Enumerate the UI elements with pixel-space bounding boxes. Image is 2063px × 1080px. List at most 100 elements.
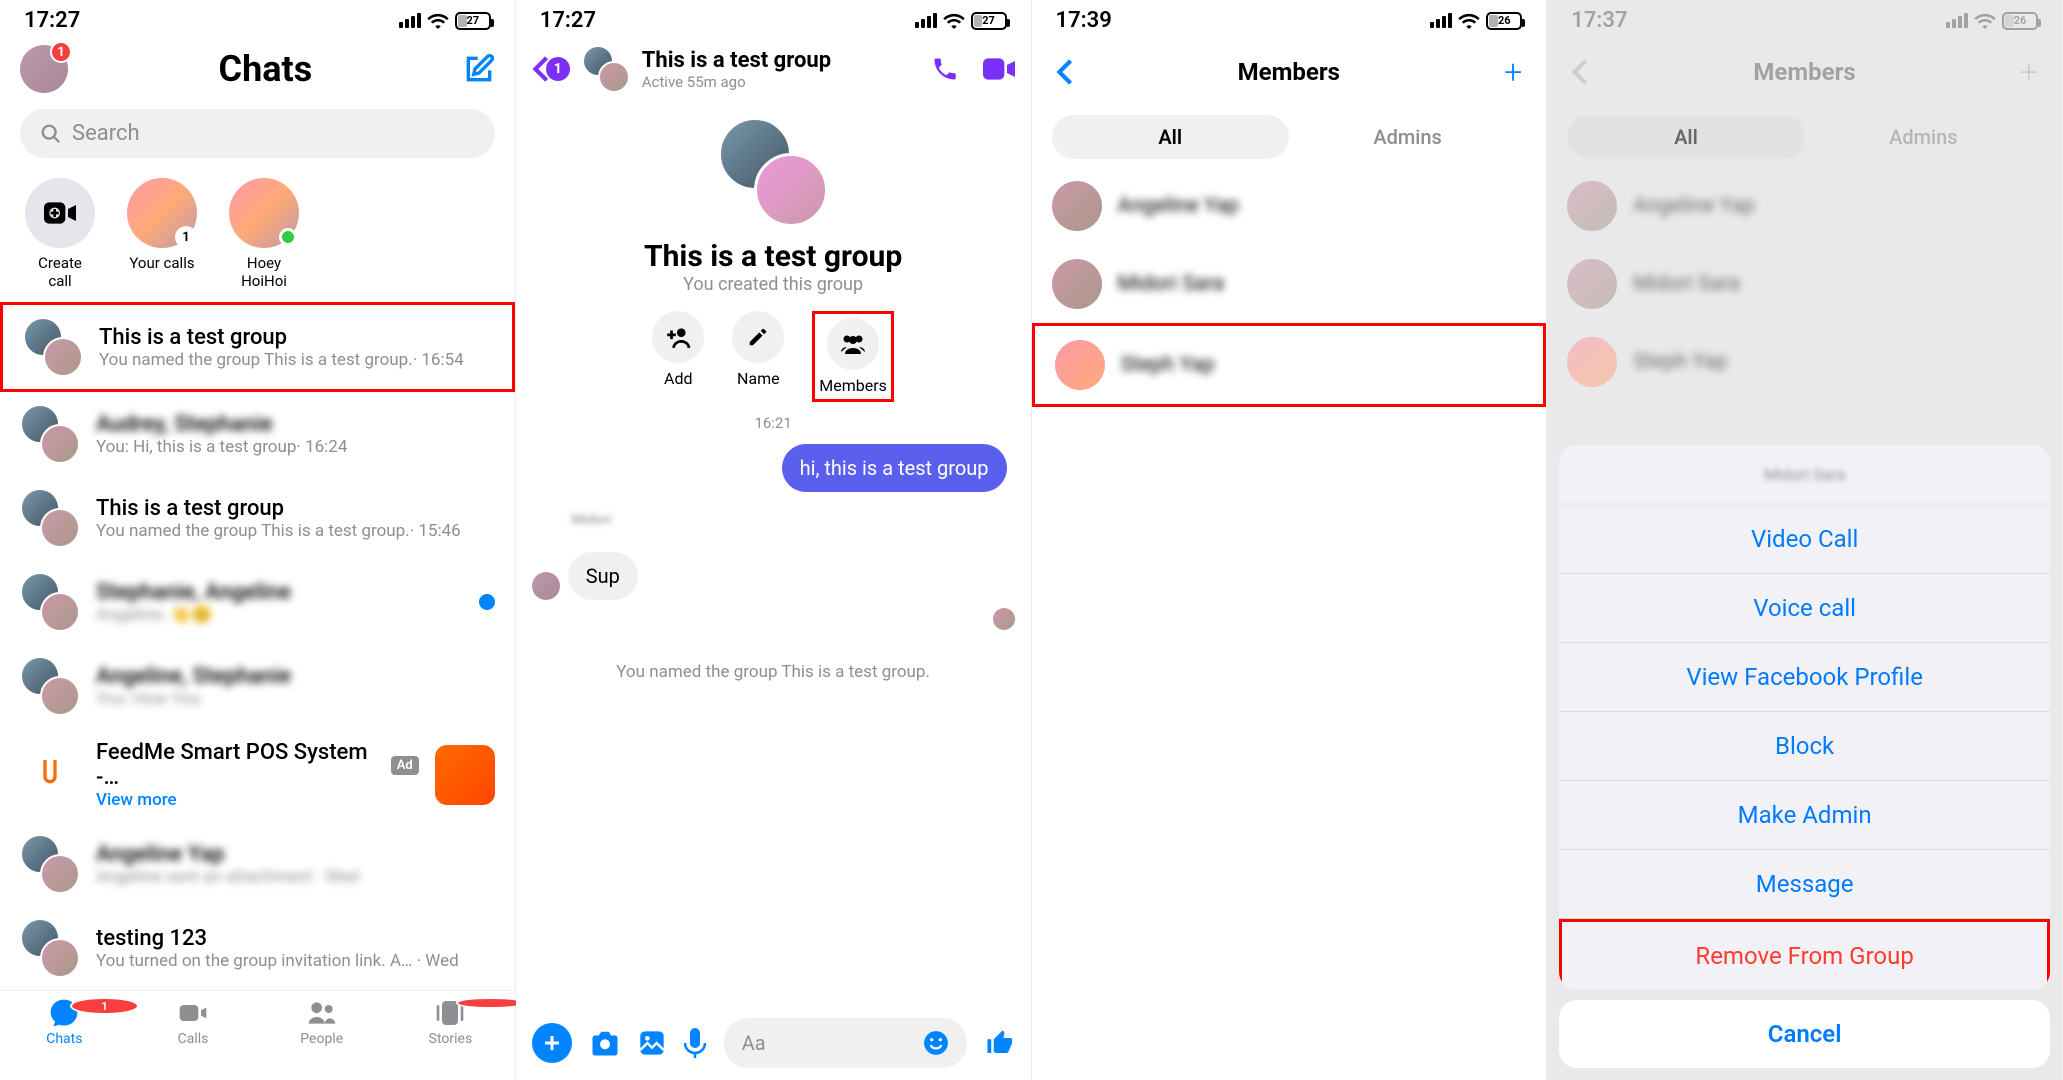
your-calls-avatar: 1 bbox=[127, 178, 197, 248]
view-more-link[interactable]: View more bbox=[96, 790, 419, 810]
online-indicator bbox=[279, 228, 297, 246]
member-name: Angeline Yap bbox=[1633, 194, 2042, 218]
add-member-button: + bbox=[2020, 53, 2038, 91]
chats-header: 1 Chats bbox=[0, 37, 515, 101]
group-avatar bbox=[20, 834, 80, 894]
sheet-make-admin[interactable]: Make Admin bbox=[1559, 781, 2050, 850]
sheet-voice-call[interactable]: Voice call bbox=[1559, 574, 2050, 643]
emoji-icon[interactable] bbox=[923, 1030, 949, 1056]
chat-item-5[interactable]: Angeline, Stephanie You: How You bbox=[0, 644, 515, 728]
tab-label: Stories bbox=[429, 1031, 473, 1047]
member-item-3: Steph Yap bbox=[1547, 323, 2062, 401]
hoey-avatar bbox=[229, 178, 299, 248]
header-group-avatar[interactable] bbox=[582, 45, 630, 93]
chat-item-8[interactable]: testing 123 You turned on the group invi… bbox=[0, 906, 515, 990]
search-bar[interactable]: Search bbox=[20, 109, 495, 158]
tab-label: Calls bbox=[178, 1031, 209, 1047]
plus-button[interactable] bbox=[532, 1023, 572, 1063]
video-icon[interactable] bbox=[983, 55, 1015, 83]
sheet-cancel[interactable]: Cancel bbox=[1559, 1000, 2050, 1068]
tab-all: All bbox=[1567, 115, 1804, 159]
sheet-remove-from-group[interactable]: Remove From Group bbox=[1559, 919, 2050, 990]
sheet-view-profile[interactable]: View Facebook Profile bbox=[1559, 643, 2050, 712]
back-button[interactable]: 1 bbox=[532, 55, 570, 83]
action-add[interactable]: Add bbox=[652, 311, 704, 402]
phone-icon[interactable] bbox=[931, 55, 959, 83]
signal-icon bbox=[399, 13, 421, 28]
tab-calls[interactable]: Calls bbox=[129, 997, 258, 1047]
message-input[interactable]: Aa bbox=[724, 1018, 967, 1068]
tab-all[interactable]: All bbox=[1052, 115, 1289, 159]
sheet-header: Midori Sara bbox=[1559, 445, 2050, 505]
tab-chats[interactable]: Chats 1 bbox=[0, 997, 129, 1047]
chat-subtitle: You named the group This is a test group… bbox=[96, 521, 495, 541]
sender-name: Midori bbox=[572, 512, 612, 528]
chat-subtitle: Angeline: 👋😊 bbox=[96, 605, 463, 625]
chat-item-3[interactable]: This is a test group You named the group… bbox=[0, 476, 515, 560]
chat-item-4[interactable]: Stephanie, Angeline Angeline: 👋😊 bbox=[0, 560, 515, 644]
wifi-icon bbox=[943, 13, 965, 29]
sheet-video-call[interactable]: Video Call bbox=[1559, 505, 2050, 574]
chat-subtitle: You named the group This is a test group… bbox=[99, 350, 492, 370]
group-avatar bbox=[20, 572, 80, 632]
chat-text: Stephanie, Angeline Angeline: 👋😊 bbox=[96, 580, 463, 625]
status-time: 17:27 bbox=[540, 8, 596, 33]
tab-label: Chats bbox=[46, 1031, 82, 1047]
status-bar: 17:27 27 bbox=[516, 0, 1031, 37]
story-your-calls[interactable]: 1 Your calls bbox=[122, 178, 202, 290]
story-hoey[interactable]: Hoey HoiHoi bbox=[224, 178, 304, 290]
profile-avatar[interactable]: 1 bbox=[20, 45, 68, 93]
back-button[interactable] bbox=[1056, 58, 1074, 86]
action-name[interactable]: Name bbox=[732, 311, 784, 402]
ad-title: FeedMe Smart POS System -… bbox=[96, 740, 383, 790]
sent-message[interactable]: hi, this is a test group bbox=[782, 444, 1007, 492]
read-receipt-avatar bbox=[993, 608, 1015, 630]
chat-item-7[interactable]: Angeline Yap Angeline sent an attachment… bbox=[0, 822, 515, 906]
chat-text: Angeline, Stephanie You: How You bbox=[96, 664, 495, 709]
add-member-button[interactable]: + bbox=[1504, 53, 1522, 91]
header-title-block[interactable]: This is a test group Active 55m ago bbox=[642, 48, 919, 91]
received-message[interactable]: Sup bbox=[568, 552, 638, 600]
members-header: Members + bbox=[1032, 37, 1547, 107]
chat-item-2[interactable]: Audrey, Stephanie You: Hi, this is a tes… bbox=[0, 392, 515, 476]
gallery-icon[interactable] bbox=[638, 1029, 666, 1057]
call-buttons bbox=[931, 55, 1015, 83]
mic-icon[interactable] bbox=[684, 1028, 706, 1058]
signal-icon bbox=[1430, 13, 1452, 28]
thumbs-up-icon[interactable] bbox=[985, 1028, 1015, 1058]
tab-stories[interactable]: Stories bbox=[386, 997, 515, 1047]
member-item-2[interactable]: Midori Sara bbox=[1032, 245, 1547, 323]
ad-badge: Ad bbox=[391, 756, 419, 775]
conversation-body: This is a test group You created this gr… bbox=[516, 101, 1031, 1006]
member-item-1[interactable]: Angeline Yap bbox=[1032, 167, 1547, 245]
members-tabs: All Admins bbox=[1052, 115, 1527, 159]
status-icons: 26 bbox=[1430, 12, 1522, 30]
member-item-3[interactable]: Steph Yap bbox=[1032, 323, 1547, 407]
action-label: Name bbox=[737, 369, 780, 388]
camera-icon[interactable] bbox=[590, 1030, 620, 1056]
story-create-call[interactable]: Create call bbox=[20, 178, 100, 290]
action-sheet: Midori Sara Video Call Voice call View F… bbox=[1559, 445, 2050, 1068]
story-row[interactable]: Create call 1 Your calls Hoey HoiHoi bbox=[0, 166, 515, 302]
member-name: Midori Sara bbox=[1633, 272, 2042, 296]
sender-avatar[interactable] bbox=[532, 572, 560, 600]
member-avatar bbox=[1055, 340, 1105, 390]
tab-admins[interactable]: Admins bbox=[1289, 115, 1526, 159]
story-label: Create call bbox=[38, 254, 82, 290]
sheet-block[interactable]: Block bbox=[1559, 712, 2050, 781]
signal-icon bbox=[915, 13, 937, 28]
chat-item-ad[interactable]: FeedMe Smart POS System -… Ad View more bbox=[0, 728, 515, 822]
compose-button[interactable] bbox=[463, 53, 495, 85]
battery-icon: 27 bbox=[455, 12, 491, 30]
chat-subtitle: Angeline sent an attachment · Wed bbox=[96, 867, 495, 887]
action-members[interactable]: Members bbox=[812, 311, 894, 402]
sheet-message[interactable]: Message bbox=[1559, 850, 2050, 919]
chat-item-test-group-1[interactable]: This is a test group You named the group… bbox=[0, 302, 515, 392]
conversation-header: 1 This is a test group Active 55m ago bbox=[516, 37, 1031, 101]
member-item-2: Midori Sara bbox=[1547, 245, 2062, 323]
member-avatar bbox=[1567, 337, 1617, 387]
story-label: Your calls bbox=[129, 254, 194, 272]
create-call-icon bbox=[25, 178, 95, 248]
battery-icon: 26 bbox=[1486, 12, 1522, 30]
tab-people[interactable]: People bbox=[257, 997, 386, 1047]
